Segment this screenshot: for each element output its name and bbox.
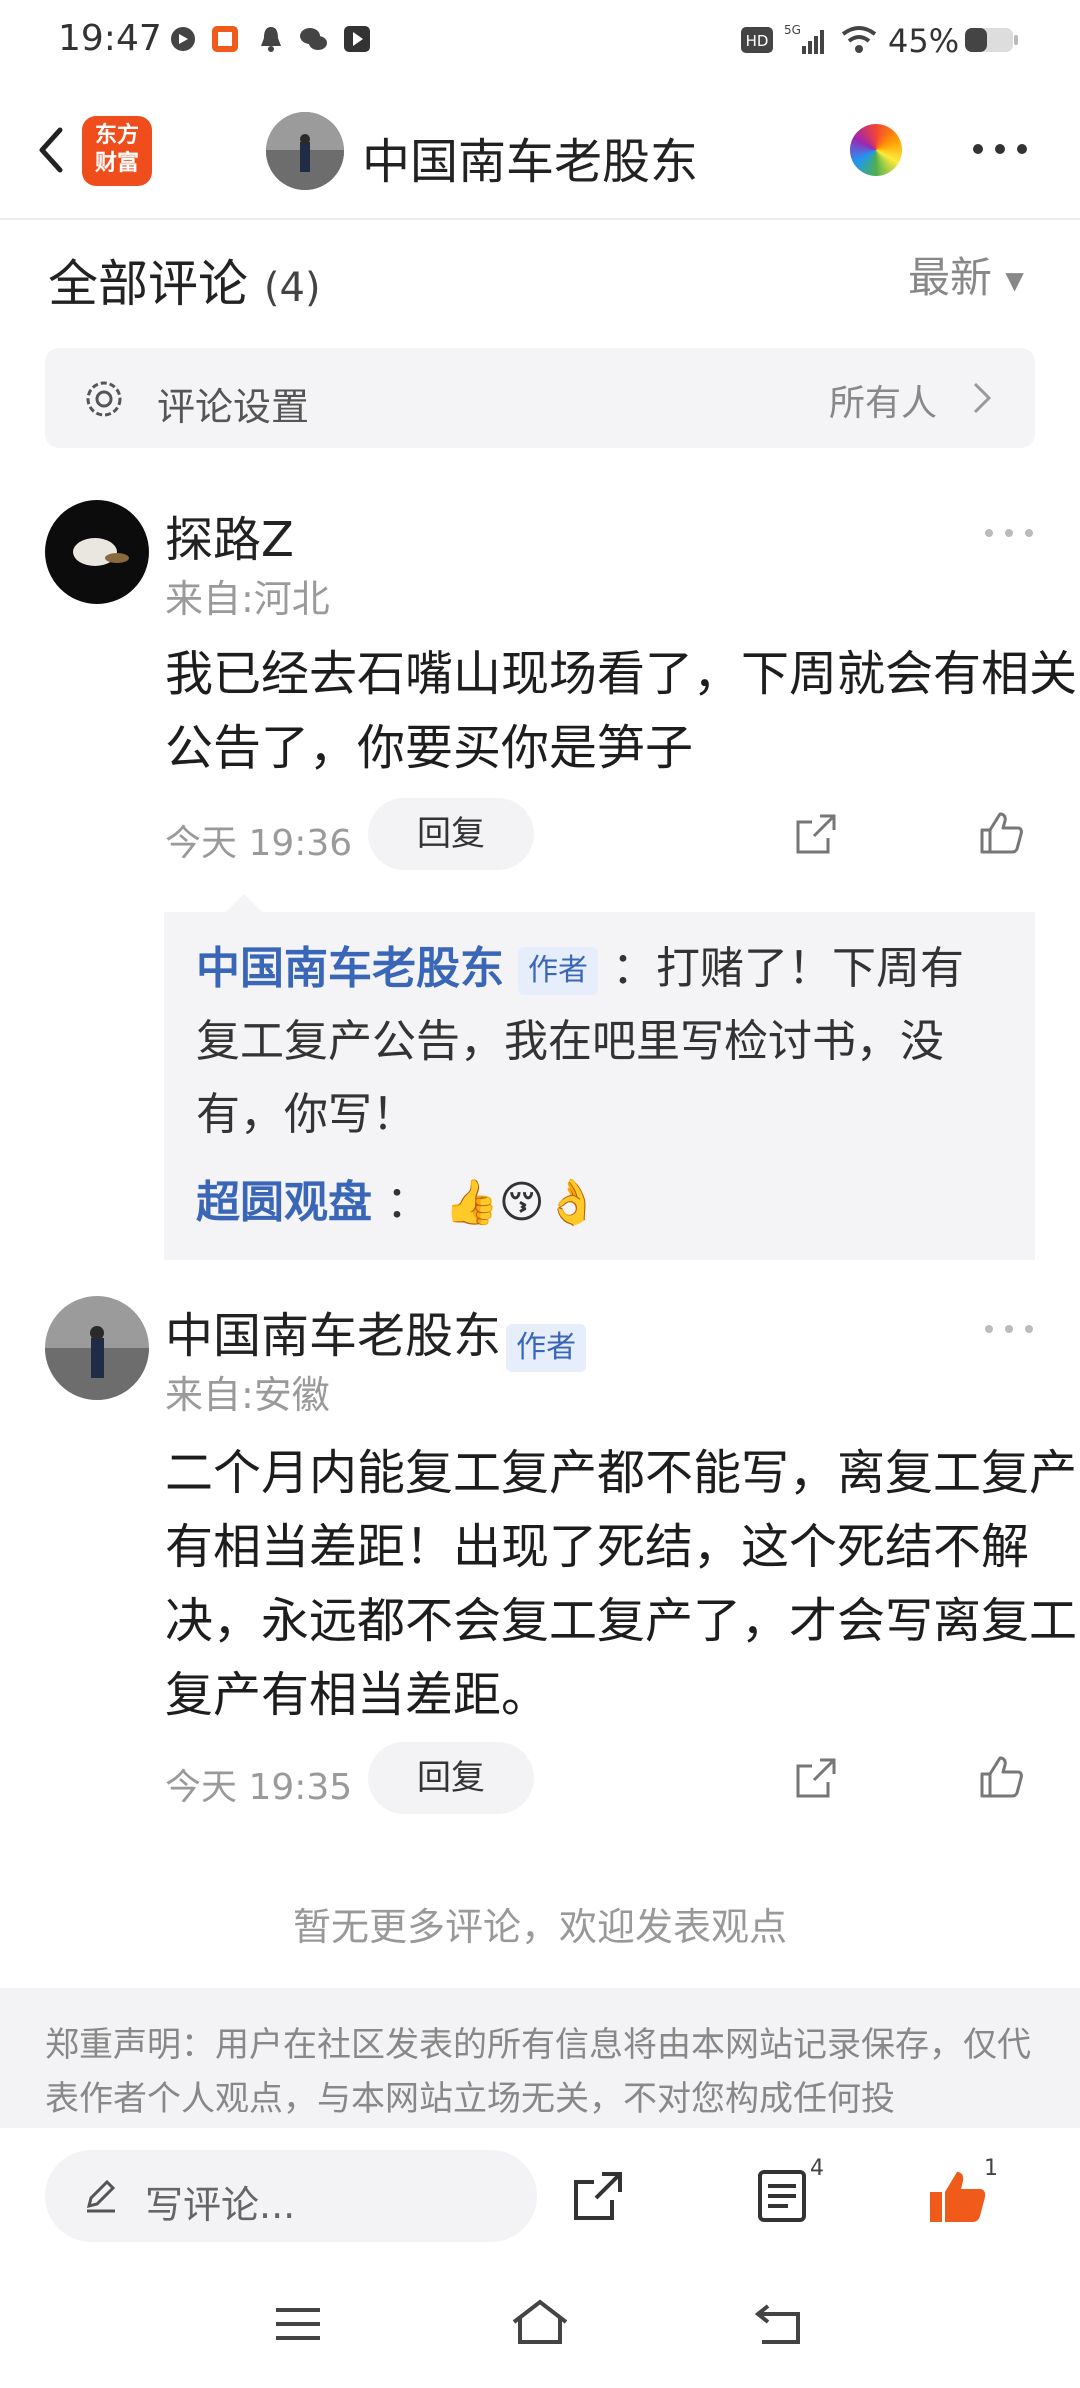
header-avatar[interactable]: [266, 112, 344, 190]
comment-more-icon[interactable]: [983, 1322, 1035, 1336]
write-comment-input[interactable]: 写评论...: [45, 2150, 537, 2242]
comment-username[interactable]: 中国南车老股东: [165, 1308, 501, 1364]
wechat-icon: [300, 28, 327, 50]
disclaimer-section: 郑重声明：用户在社区发表的所有信息将由本网站记录保存，仅代表作者个人观点，与本网…: [0, 1988, 1080, 2128]
battery-icon: [965, 28, 1018, 52]
share-icon[interactable]: [570, 2168, 626, 2224]
user-avatar[interactable]: [45, 1296, 149, 1400]
svg-text:5G: 5G: [784, 23, 801, 37]
reply-text: ：: [386, 1177, 430, 1228]
sort-label: 最新: [908, 253, 993, 302]
reply-button[interactable]: 回复: [368, 1742, 534, 1814]
home-icon[interactable]: [508, 2296, 572, 2348]
chevron-right-icon: [973, 382, 992, 414]
top-header: 东方 财富 中国南车老股东: [0, 84, 1080, 220]
more-options-icon[interactable]: [970, 134, 1030, 164]
comment-time: 今天 19:35: [165, 1767, 353, 1808]
logo-text-bottom: 财富: [94, 151, 139, 176]
all-comments-label: 全部评论: [48, 255, 248, 313]
sort-dropdown[interactable]: 最新 ▼: [908, 244, 1024, 305]
comment-location: 来自:河北: [165, 577, 330, 621]
message-icon: [171, 27, 195, 51]
comment-count-badge: 4: [810, 2156, 824, 2181]
reply-author-name[interactable]: 超圆观盘: [196, 1177, 372, 1228]
avatar-photo-icon: [45, 1296, 149, 1400]
avatar-photo-icon: [266, 112, 344, 190]
author-badge: 作者: [518, 947, 598, 995]
reply-pointer: [224, 894, 264, 914]
comment-time: 今天 19:36: [165, 823, 353, 864]
status-bar: 19:47 HD 5G 45%: [0, 0, 1080, 84]
wifi-icon: [841, 26, 877, 53]
reply-item[interactable]: 超圆观盘 ： 👍😚👌: [196, 1166, 1006, 1239]
svg-text:HD: HD: [746, 32, 769, 50]
bell-icon: [261, 27, 281, 52]
app-notification-icon: [212, 26, 238, 52]
comment-text: 我已经去石嘴山现场看了，下周就会有相关公告了，你要买你是笋子: [165, 646, 1078, 776]
back-nav-icon[interactable]: [752, 2300, 808, 2348]
status-time: 19:47: [58, 18, 162, 59]
battery-percent: 45%: [888, 22, 960, 60]
like-count-badge: 1: [984, 2156, 998, 2181]
avatar-rock-icon: [45, 500, 149, 604]
comment-more-icon[interactable]: [983, 526, 1035, 540]
comment-count: (4): [263, 265, 321, 311]
user-avatar[interactable]: [45, 500, 149, 604]
media-icon: [344, 26, 370, 52]
all-comments-title: 全部评论 (4): [48, 244, 321, 316]
signal-5g-icon: 5G: [784, 23, 824, 54]
page-title: 中国南车老股东: [362, 134, 699, 190]
system-nav-bar: [0, 2260, 1080, 2388]
replies-box: 中国南车老股东 作者 ：打赌了！下周有复工复产公告，我在吧里写检讨书，没有，你写…: [164, 912, 1035, 1260]
comment-location: 来自:安徽: [165, 1373, 330, 1417]
share-icon[interactable]: [792, 810, 840, 858]
pencil-icon: [86, 2179, 116, 2213]
back-arrow-icon[interactable]: [22, 120, 82, 180]
reply-author-name[interactable]: 中国南车老股东: [196, 943, 504, 994]
logo-text-top: 东方: [94, 123, 139, 148]
hd-icon: HD: [741, 27, 773, 53]
settings-label: 评论设置: [157, 385, 310, 429]
bottom-action-bar: 写评论... 4 1: [0, 2128, 1080, 2260]
color-wheel-icon[interactable]: [850, 124, 902, 176]
comment-settings-row[interactable]: 评论设置 所有人: [45, 348, 1035, 448]
comment-username[interactable]: 探路Z: [165, 500, 294, 570]
liked-thumbs-up-icon[interactable]: [926, 2168, 988, 2226]
reply-button[interactable]: 回复: [368, 798, 534, 870]
author-badge: 作者: [506, 1323, 587, 1372]
thumbs-up-icon[interactable]: [976, 808, 1026, 858]
reply-item[interactable]: 中国南车老股东 作者 ：打赌了！下周有复工复产公告，我在吧里写检讨书，没有，你写…: [196, 932, 1006, 1151]
write-comment-placeholder: 写评论...: [145, 2183, 296, 2227]
share-icon[interactable]: [792, 1754, 840, 1802]
settings-value: 所有人: [829, 383, 938, 424]
thumbs-up-emoji-icon: 👍: [444, 1177, 499, 1228]
kissing-face-emoji-icon: 😚: [498, 1177, 545, 1228]
app-logo[interactable]: 东方 财富: [82, 116, 152, 186]
comment-list-icon[interactable]: [754, 2168, 810, 2224]
menu-icon[interactable]: [272, 2304, 324, 2344]
ok-hand-emoji-icon: 👌: [544, 1177, 600, 1228]
thumbs-up-icon[interactable]: [976, 1752, 1026, 1802]
gear-icon: [86, 381, 122, 417]
comment-author-line: 中国南车老股东 作者: [165, 1296, 587, 1372]
comment-text: 二个月内能复工复产都不能写，离复工复产有相当差距！出现了死结，这个死结不解决，永…: [165, 1445, 1078, 1723]
no-more-comments: 暂无更多评论，欢迎发表观点: [292, 1905, 787, 1949]
disclaimer-text: 郑重声明：用户在社区发表的所有信息将由本网站记录保存，仅代表作者个人观点，与本网…: [45, 2025, 1031, 2119]
dropdown-triangle-icon: ▼: [1005, 266, 1024, 295]
